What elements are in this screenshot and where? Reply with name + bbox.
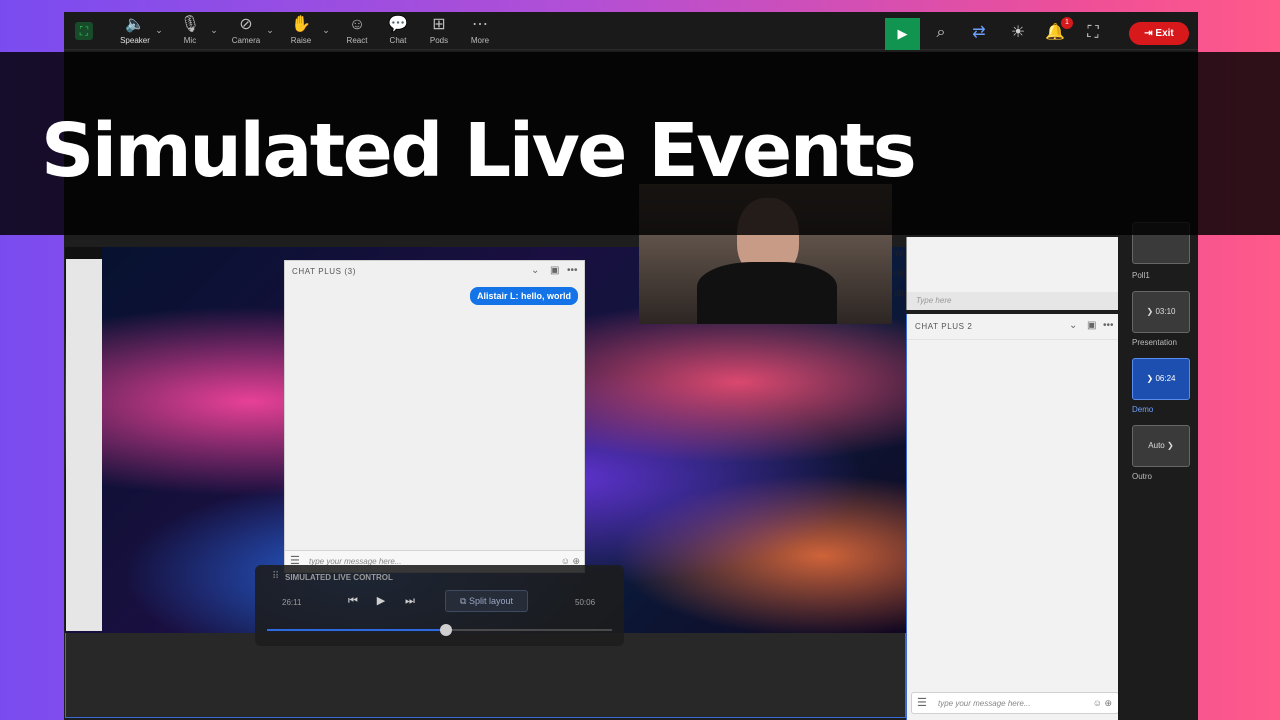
- play-icon[interactable]: ▶: [372, 592, 390, 610]
- chat-icon: 💬: [388, 16, 408, 33]
- pods-icon: ⊞: [432, 16, 446, 33]
- chevron-down-icon[interactable]: ⌄: [1069, 320, 1077, 331]
- tag-icon: ⧉: [460, 596, 467, 606]
- present-button[interactable]: ▶: [885, 18, 920, 50]
- app-logo-icon[interactable]: ⛶: [75, 22, 93, 40]
- chevron-down-icon[interactable]: ⌄: [531, 265, 539, 276]
- mic-button[interactable]: 🎙 Mic: [168, 15, 212, 49]
- type-here-input[interactable]: Type here: [907, 292, 1122, 310]
- play-icon: ▶: [897, 26, 908, 41]
- speaker-icon: 🔈: [125, 16, 145, 33]
- mic-options-chevron-icon[interactable]: ⌄: [209, 24, 219, 36]
- chat-message-bubble: Alistair L: hello, world: [469, 287, 578, 305]
- speaker-button[interactable]: 🔈 Speaker: [113, 15, 157, 49]
- raise-hand-button[interactable]: ✋ Raise: [279, 15, 323, 49]
- notification-badge: 1: [1061, 17, 1073, 29]
- chat-button[interactable]: 💬 Chat: [376, 15, 420, 49]
- fast-forward-icon[interactable]: ⏭: [401, 592, 419, 610]
- mic-off-icon: 🎙: [179, 16, 201, 33]
- raise-hand-icon: ✋: [291, 16, 311, 33]
- raise-options-chevron-icon[interactable]: ⌄: [321, 24, 331, 36]
- more-dots-icon: ⋯: [472, 16, 488, 33]
- top-toolbar: ⛶ 🔈 Speaker ⌄ 🎙 Mic ⌄ ⊘ Camera ⌄ ✋ Raise…: [64, 12, 1198, 50]
- lightbulb-icon: ☀: [1010, 24, 1026, 41]
- current-time: 26:11: [282, 598, 302, 607]
- right-upper-pod: Yo (0) (0) Type here: [894, 237, 1122, 310]
- exit-icon: ⇥: [1144, 28, 1153, 39]
- playback-scrubber-knob[interactable]: [440, 624, 453, 636]
- chevron-right-icon: ❯: [1146, 374, 1154, 383]
- chevron-right-icon: ❯: [1167, 441, 1174, 450]
- fullscreen-icon: ⛶: [1087, 24, 1099, 41]
- pod-menu-dots-icon[interactable]: •••: [567, 265, 578, 276]
- pod-menu-dots-icon[interactable]: •••: [1103, 320, 1114, 331]
- pods-button[interactable]: ⊞ Pods: [417, 15, 461, 49]
- banner-title: Simulated Live Events: [41, 108, 917, 194]
- stage-thumb-outro[interactable]: Auto ❯: [1132, 425, 1190, 467]
- engagement-button[interactable]: ☀: [1003, 20, 1033, 50]
- emoji-send-icons[interactable]: ☺ ⊕: [1093, 698, 1112, 709]
- maximize-icon[interactable]: ▣: [1087, 320, 1096, 331]
- maximize-icon[interactable]: ▣: [550, 265, 559, 276]
- left-white-pod: [66, 247, 102, 631]
- chevron-right-icon: ❯: [1146, 307, 1154, 316]
- react-button[interactable]: ☺ React: [335, 15, 379, 49]
- fullscreen-button[interactable]: ⛶: [1078, 20, 1108, 50]
- split-layout-button[interactable]: ⧉ Split layout: [445, 590, 528, 612]
- drag-handle-icon[interactable]: ⠿: [272, 571, 279, 582]
- stage-thumb-presentation[interactable]: ❯ 03:10: [1132, 291, 1190, 333]
- exit-button[interactable]: ⇥ Exit: [1129, 22, 1189, 45]
- speaker-options-chevron-icon[interactable]: ⌄: [154, 24, 164, 36]
- chat-plus-3-pod: CHAT PLUS (3) ⌄ ▣ ••• Alistair L: hello,…: [284, 260, 585, 573]
- search-button[interactable]: ⌕: [926, 20, 956, 50]
- rewind-icon[interactable]: ⏮: [344, 592, 362, 610]
- camera-options-chevron-icon[interactable]: ⌄: [265, 24, 275, 36]
- camera-off-icon: ⊘: [239, 16, 253, 33]
- chat-plus-2-pod: CHAT PLUS 2 ⌄ ▣ ••• ☰ type your message …: [906, 314, 1122, 720]
- total-time: 50:06: [575, 598, 596, 607]
- more-button[interactable]: ⋯ More: [458, 15, 502, 49]
- simulated-live-control-panel: ⠿ SIMULATED LIVE CONTROL 26:11 ⏮ ▶ ⏭ ⧉ S…: [255, 565, 624, 646]
- stage-thumb-demo[interactable]: ❯ 06:24: [1132, 358, 1190, 400]
- search-icon: ⌕: [936, 24, 946, 41]
- smiley-icon: ☺: [348, 16, 366, 33]
- qna-button[interactable]: ⇄: [964, 20, 994, 50]
- hamburger-menu-icon[interactable]: ☰: [917, 698, 927, 709]
- qna-chat-icon: ⇄: [972, 24, 986, 41]
- camera-button[interactable]: ⊘ Camera: [224, 15, 268, 49]
- chat-plus-2-input[interactable]: ☰ type your message here... ☺ ⊕: [911, 692, 1119, 714]
